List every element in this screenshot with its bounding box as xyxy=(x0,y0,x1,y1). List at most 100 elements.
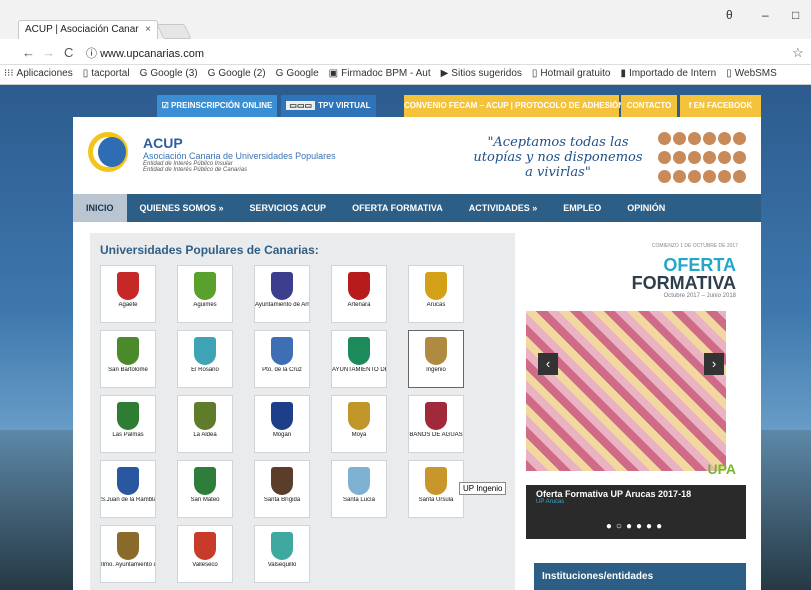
slider-prev-button[interactable]: ‹ xyxy=(538,353,558,375)
up-logo-cell[interactable]: S.Juan de la Rambla xyxy=(100,460,156,518)
bookmark-star-icon[interactable]: ☆ xyxy=(792,45,804,61)
bookmark-icon: ▶ xyxy=(440,68,449,79)
up-logo-cell[interactable]: San Mateo xyxy=(177,460,233,518)
up-logo-cell[interactable]: El Rosario xyxy=(177,330,233,388)
slider-next-button[interactable]: › xyxy=(704,353,724,375)
bookmark-label: Google (3) xyxy=(150,68,198,79)
menu-item[interactable]: EMPLEO xyxy=(550,194,614,222)
coat-of-arms-icon xyxy=(117,402,139,430)
main-panel: ACUP Asociación Canaria de Universidades… xyxy=(73,117,761,590)
acup-logo-inner xyxy=(98,137,126,167)
up-logo-cell[interactable]: AYUNTAMIENTO DE GÁLDAR xyxy=(331,330,387,388)
menu-item[interactable]: OFERTA FORMATIVA xyxy=(339,194,456,222)
up-logo-cell[interactable]: Ayuntamiento de Arrecife xyxy=(254,265,310,323)
caption-title: Oferta Formativa UP Arucas 2017-18 xyxy=(536,489,692,499)
menu-item[interactable]: OPINIÓN xyxy=(614,194,678,222)
bookmark-item[interactable]: ⁝⁝⁝ Aplicaciones xyxy=(0,65,77,82)
tooltip: UP Ingenio xyxy=(459,482,507,495)
caption-sub: UP Arucas xyxy=(536,499,565,505)
slide-image[interactable] xyxy=(526,311,726,471)
brand-title: ACUP xyxy=(143,135,183,151)
up-label: Agüimes xyxy=(193,302,217,308)
up-logo-cell[interactable]: Valsequillo xyxy=(254,525,310,583)
bookmark-label: Sitios sugeridos xyxy=(451,68,522,79)
menu-item[interactable]: ACTIVIDADES » xyxy=(456,194,551,222)
up-logo-cell[interactable]: Ingenio xyxy=(408,330,464,388)
up-logo-cell[interactable]: Agaete xyxy=(100,265,156,323)
tpv-button[interactable]: ▭▭▭ TPV VIRTUAL xyxy=(281,95,376,117)
bookmark-item[interactable]: ▯ WebSMS xyxy=(722,65,781,82)
bookmark-icon: ▮ xyxy=(620,68,626,79)
up-label: Santa Lucía xyxy=(342,497,376,503)
bookmark-item[interactable]: ▮ Importado de Intern xyxy=(616,65,720,82)
bookmark-label: WebSMS xyxy=(734,68,777,79)
up-logo-cell[interactable]: Ilmo. Ayuntamiento de Tejeda xyxy=(100,525,156,583)
up-logo-cell[interactable]: Agüimes xyxy=(177,265,233,323)
up-logo-cell[interactable]: Arucas xyxy=(408,265,464,323)
menu-item[interactable]: QUIENES SOMOS » xyxy=(127,194,237,222)
page-viewport: ☑ PREINSCRIPCIÓN ONLINE ▭▭▭ TPV VIRTUAL C… xyxy=(0,85,811,590)
coat-of-arms-icon xyxy=(425,402,447,430)
up-logo-cell[interactable]: Mogán xyxy=(254,395,310,453)
convenio-button[interactable]: CONVENIO FECAM – ACUP | PROTOCOLO DE ADH… xyxy=(404,95,624,117)
new-tab-button[interactable] xyxy=(156,24,192,39)
up-logo-cell[interactable]: Artenara xyxy=(331,265,387,323)
up-label: BAÑOS DE AGUAS xyxy=(409,432,463,438)
bookmark-label: Google xyxy=(286,68,319,79)
coat-of-arms-icon xyxy=(117,467,139,495)
slogan: "Aceptamos todas las utopías y nos dispo… xyxy=(473,135,643,180)
tab-close-icon[interactable]: × xyxy=(145,24,151,35)
up-logo-cell[interactable]: San Bartolomé xyxy=(100,330,156,388)
forward-icon[interactable]: → xyxy=(42,45,55,60)
up-label: Santa Brígida xyxy=(263,497,301,503)
up-label: Arucas xyxy=(426,302,446,308)
up-logo-cell[interactable]: Pto. de la Cruz xyxy=(254,330,310,388)
up-logo-cell[interactable]: BAÑOS DE AGUAS xyxy=(408,395,464,453)
up-logo-cell[interactable]: La Aldea xyxy=(177,395,233,453)
up-logo-cell[interactable]: Moya xyxy=(331,395,387,453)
address-bar[interactable]: ⓘ www.upcanarias.com xyxy=(80,42,790,62)
menu-item[interactable]: INICIO xyxy=(73,194,127,222)
tpv-label: TPV VIRTUAL xyxy=(318,101,371,110)
bookmark-icon: ▯ xyxy=(726,68,732,79)
slide-dates: Octubre 2017 – Junio 2018 xyxy=(663,293,736,299)
coat-of-arms-icon xyxy=(271,402,293,430)
facebook-button[interactable]: f EN FACEBOOK xyxy=(680,95,761,117)
slider-dots[interactable]: ●○●●●● xyxy=(526,515,746,539)
bookmark-item[interactable]: ▯ Hotmail gratuito xyxy=(528,65,615,82)
bookmark-item[interactable]: ▣ Firmadoc BPM - Aut xyxy=(325,65,435,82)
coat-of-arms-icon xyxy=(117,532,139,560)
up-logo-cell[interactable]: Santa Brígida xyxy=(254,460,310,518)
coat-of-arms-icon xyxy=(348,337,370,365)
bookmark-item[interactable]: G Google (2) xyxy=(204,65,270,82)
brand-subtitle: Asociación Canaria de Universidades Popu… xyxy=(143,151,336,161)
up-label: Las Palmas xyxy=(112,432,144,438)
up-logo-cell[interactable]: Santa Lucía xyxy=(331,460,387,518)
bookmark-label: Hotmail gratuito xyxy=(540,68,611,79)
up-label: AYUNTAMIENTO DE GÁLDAR xyxy=(332,367,386,373)
maximize-button[interactable]: □ xyxy=(792,8,799,22)
coat-of-arms-icon xyxy=(271,272,293,300)
bookmark-icon: G xyxy=(207,68,216,79)
bookmark-label: Google (2) xyxy=(218,68,266,79)
menu-item[interactable]: SERVICIOS ACUP xyxy=(237,194,340,222)
up-logo-cell[interactable]: Valleseco xyxy=(177,525,233,583)
bookmark-item[interactable]: ▯ tacportal xyxy=(79,65,134,82)
preinscripcion-button[interactable]: ☑ PREINSCRIPCIÓN ONLINE xyxy=(157,95,277,117)
browser-tab[interactable]: ACUP | Asociación Canar × xyxy=(18,20,158,39)
up-logo-cell[interactable]: Santa Úrsula xyxy=(408,460,464,518)
bookmark-item[interactable]: G Google (3) xyxy=(136,65,202,82)
back-icon[interactable]: ← xyxy=(22,45,35,60)
contacto-button[interactable]: CONTACTO xyxy=(621,95,677,117)
bookmark-item[interactable]: G Google xyxy=(272,65,323,82)
account-icon[interactable]: θ xyxy=(726,8,733,22)
minimize-button[interactable]: – xyxy=(762,8,769,22)
reload-icon[interactable]: C xyxy=(64,45,73,60)
up-logo-cell[interactable]: Las Palmas xyxy=(100,395,156,453)
bookmark-item[interactable]: ▶ Sitios sugeridos xyxy=(437,65,526,82)
coat-of-arms-icon xyxy=(271,467,293,495)
browser-titlebar: ACUP | Asociación Canar × θ – □ xyxy=(0,0,811,39)
slide-title-formativa: FORMATIVA xyxy=(631,273,736,293)
up-label: San Bartolomé xyxy=(108,367,148,373)
slide-caption[interactable]: Oferta Formativa UP Arucas 2017-18 UP Ar… xyxy=(526,485,746,515)
